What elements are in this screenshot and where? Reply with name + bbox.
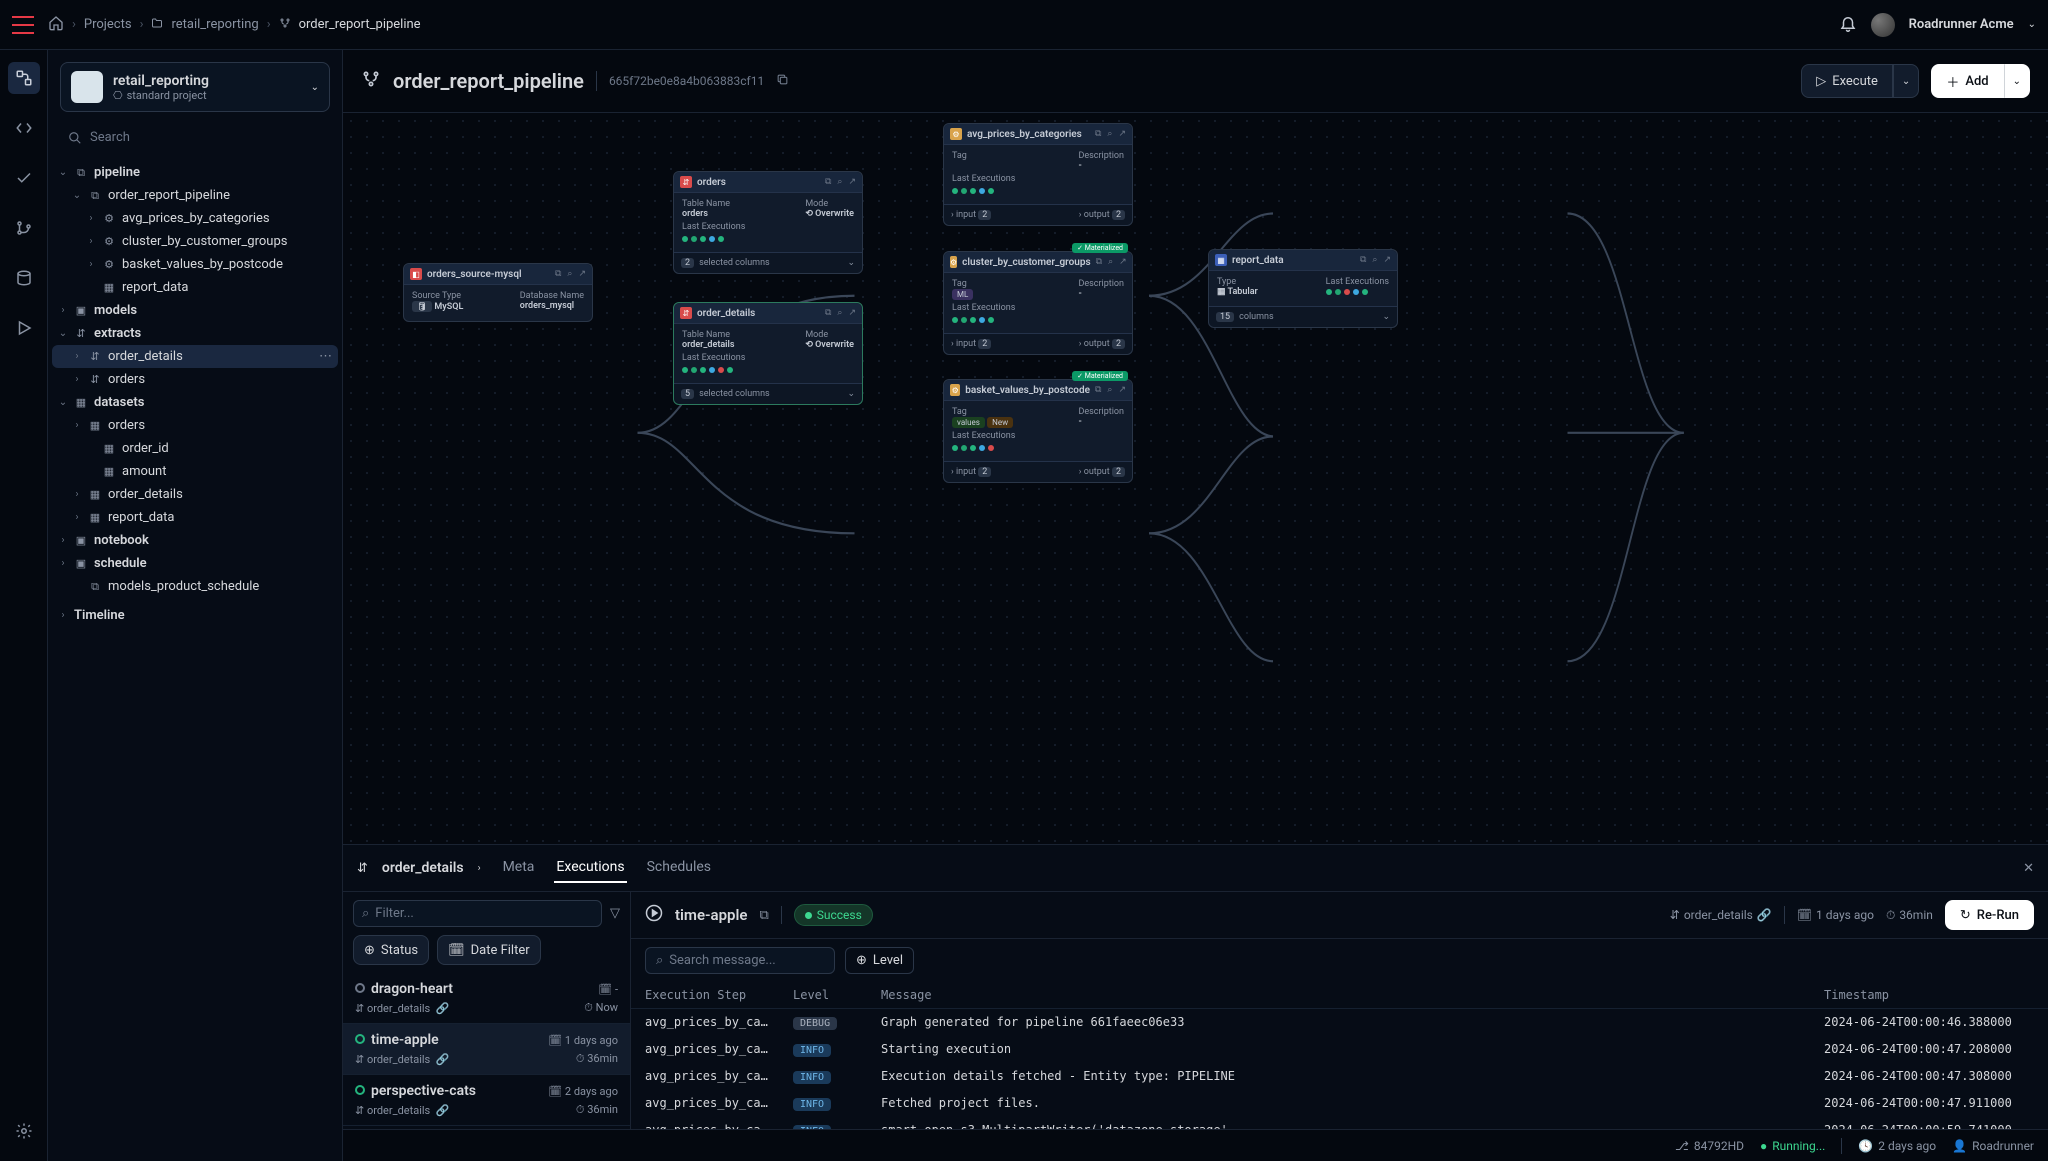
pipeline-icon — [361, 69, 381, 93]
page-title: order_report_pipeline — [393, 69, 584, 93]
add-split: ＋Add ⌄ — [1931, 64, 2030, 98]
log-search-input[interactable]: ⌕Search message... — [645, 947, 835, 974]
sidebar-search[interactable]: Search — [60, 124, 330, 151]
search-icon[interactable]: ⌕ — [567, 269, 572, 279]
tree-apc[interactable]: ›⚙avg_prices_by_categories — [52, 207, 338, 230]
project-selector[interactable]: retail_reporting ⎔ standard project ⌄ — [60, 62, 330, 112]
page-hash: 665f72be0e8a4b063883cf11 — [609, 74, 764, 88]
exec-item[interactable]: dragon-heart🗓 - ⇵ order_details 🔗⏱ Now — [343, 973, 630, 1024]
tree-orp[interactable]: ⌄⧉order_report_pipeline — [52, 184, 338, 207]
tree-cbg[interactable]: ›⚙cluster_by_customer_groups — [52, 230, 338, 253]
status-button[interactable]: ⊕Status — [353, 935, 429, 965]
tree-notebook[interactable]: ›▣notebook — [52, 529, 338, 552]
home-icon[interactable] — [48, 15, 64, 35]
node-cbg[interactable]: ✓ Materialized ⚙cluster_by_customer_grou… — [943, 251, 1133, 355]
execute-button[interactable]: ▷Execute — [1801, 64, 1893, 98]
filter-icon[interactable]: ▽ — [610, 906, 620, 921]
ext-link[interactable]: ⇵ order_details 🔗 — [1670, 908, 1772, 922]
exec-name: time-apple — [675, 906, 747, 924]
user-menu-chevron[interactable]: ⌄ — [2028, 19, 2036, 30]
node-apc[interactable]: ⚙avg_prices_by_categories⧉⌕↗ TagDescript… — [943, 123, 1133, 226]
rail-branch-icon[interactable] — [8, 212, 40, 244]
more-icon[interactable]: ⋯ — [319, 349, 332, 364]
folder-icon — [151, 17, 163, 33]
project-thumb — [71, 71, 103, 103]
tree-schedule[interactable]: ›▣schedule — [52, 552, 338, 575]
status-user: 👤 Roadrunner — [1952, 1139, 2034, 1153]
user-name[interactable]: Roadrunner Acme — [1909, 17, 2014, 32]
log-row: avg_prices_by_ca…INFOFetched project fil… — [631, 1090, 2048, 1117]
tree-od-ds[interactable]: ›▦order_details — [52, 483, 338, 506]
play-icon — [645, 904, 663, 926]
avatar[interactable] — [1871, 13, 1895, 37]
project-chevron[interactable]: ⌄ — [311, 82, 319, 93]
tree-datasets[interactable]: ⌄▦datasets — [52, 391, 338, 414]
rail-code-icon[interactable] — [8, 112, 40, 144]
crumb-repo[interactable]: retail_reporting — [171, 17, 258, 32]
tab-meta[interactable]: Meta — [501, 853, 537, 883]
node-order-details[interactable]: ⇵order_details⧉⌕↗ Table Nameorder_detail… — [673, 302, 863, 405]
panel-entity: order_details — [382, 860, 464, 876]
status-running: ● Running... — [1760, 1139, 1825, 1153]
tree-extracts[interactable]: ⌄⇵extracts — [52, 322, 338, 345]
project-subtitle: ⎔ standard project — [113, 89, 301, 102]
node-bvp[interactable]: ✓ Materialized ⚙basket_values_by_postcod… — [943, 379, 1133, 483]
crumb-page: order_report_pipeline — [299, 17, 421, 32]
tab-schedules[interactable]: Schedules — [645, 853, 713, 883]
exec-item[interactable]: time-apple🗓 1 days ago ⇵ order_details 🔗… — [343, 1024, 630, 1075]
status-time: 🕓 2 days ago — [1858, 1139, 1936, 1153]
add-caret[interactable]: ⌄ — [2004, 64, 2030, 98]
rail-pipelines-icon[interactable] — [8, 62, 40, 94]
tab-executions[interactable]: Executions — [554, 853, 626, 883]
tree-amount[interactable]: ▦amount — [52, 460, 338, 483]
date-filter-button[interactable]: 🗓Date Filter — [437, 935, 541, 965]
log-row: avg_prices_by_ca…INFOStarting execution2… — [631, 1036, 2048, 1063]
log-row: avg_prices_by_ca…DEBUGGraph generated fo… — [631, 1009, 2048, 1036]
execute-split: ▷Execute ⌄ — [1801, 64, 1919, 98]
tree-bvp[interactable]: ›⚙basket_values_by_postcode — [52, 253, 338, 276]
copy-icon[interactable] — [776, 73, 789, 90]
log-row: avg_prices_by_ca…INFOsmart_open.s3.Multi… — [631, 1117, 2048, 1129]
copy-icon[interactable]: ⧉ — [759, 908, 768, 923]
hamburger-menu[interactable] — [12, 16, 34, 34]
pipeline-canvas[interactable]: ◧orders_source-mysql⧉⌕↗ Source Type🛢 MyS… — [343, 113, 2048, 844]
rerun-button[interactable]: ↻Re-Run — [1945, 900, 2034, 930]
bell-icon[interactable] — [1839, 14, 1857, 36]
filter-input[interactable]: ⌕Filter... — [353, 900, 602, 927]
tree-rd[interactable]: ▦report_data — [52, 276, 338, 299]
tree-orders-ds[interactable]: ›▦orders — [52, 414, 338, 437]
add-button[interactable]: ＋Add — [1931, 64, 2003, 98]
tree-timeline[interactable]: ›Timeline — [52, 604, 338, 627]
exec-item[interactable]: perspective-cats🗓 2 days ago ⇵ order_det… — [343, 1075, 630, 1126]
close-icon[interactable]: ✕ — [2023, 861, 2034, 876]
log-row: avg_prices_by_ca…INFOExecution details f… — [631, 1063, 2048, 1090]
node-orders[interactable]: ⇵orders⧉⌕↗ Table NameordersMode⟲ Overwri… — [673, 171, 863, 274]
status-hash[interactable]: ⎇ 84792HD — [1675, 1139, 1744, 1153]
copy-icon[interactable]: ⧉ — [555, 269, 561, 279]
tree-mps[interactable]: ⧉models_product_schedule — [52, 575, 338, 598]
rail-check-icon[interactable] — [8, 162, 40, 194]
sidebar-tree: ⌄⧉pipeline ⌄⧉order_report_pipeline ›⚙avg… — [48, 161, 342, 1161]
panel-extract-icon: ⇵ — [357, 861, 368, 876]
rail-db-icon[interactable] — [8, 262, 40, 294]
tree-rd-ds[interactable]: ›▦report_data — [52, 506, 338, 529]
execute-caret[interactable]: ⌄ — [1893, 64, 1919, 98]
crumb-projects[interactable]: Projects — [84, 17, 132, 32]
tree-order-id[interactable]: ▦order_id — [52, 437, 338, 460]
level-button[interactable]: ⊕Level — [845, 947, 914, 974]
breadcrumb: › Projects › retail_reporting › order_re… — [48, 15, 421, 35]
node-source[interactable]: ◧orders_source-mysql⧉⌕↗ Source Type🛢 MyS… — [403, 263, 593, 322]
pipeline-icon — [279, 17, 291, 33]
rail-settings-icon[interactable] — [8, 1115, 40, 1147]
tree-orders-extract[interactable]: ›⇵orders — [52, 368, 338, 391]
project-name: retail_reporting — [113, 73, 301, 89]
search-icon — [68, 131, 82, 145]
tree-pipeline[interactable]: ⌄⧉pipeline — [52, 161, 338, 184]
open-icon[interactable]: ↗ — [578, 269, 586, 279]
tree-order-details-extract[interactable]: ›⇵order_details⋯ — [52, 345, 338, 368]
rail-play-icon[interactable] — [8, 312, 40, 344]
tree-models[interactable]: ›▣models — [52, 299, 338, 322]
node-report-data[interactable]: ▦report_data⧉⌕↗ Type▦ TabularLast Execut… — [1208, 249, 1398, 328]
status-badge: Success — [794, 904, 873, 926]
